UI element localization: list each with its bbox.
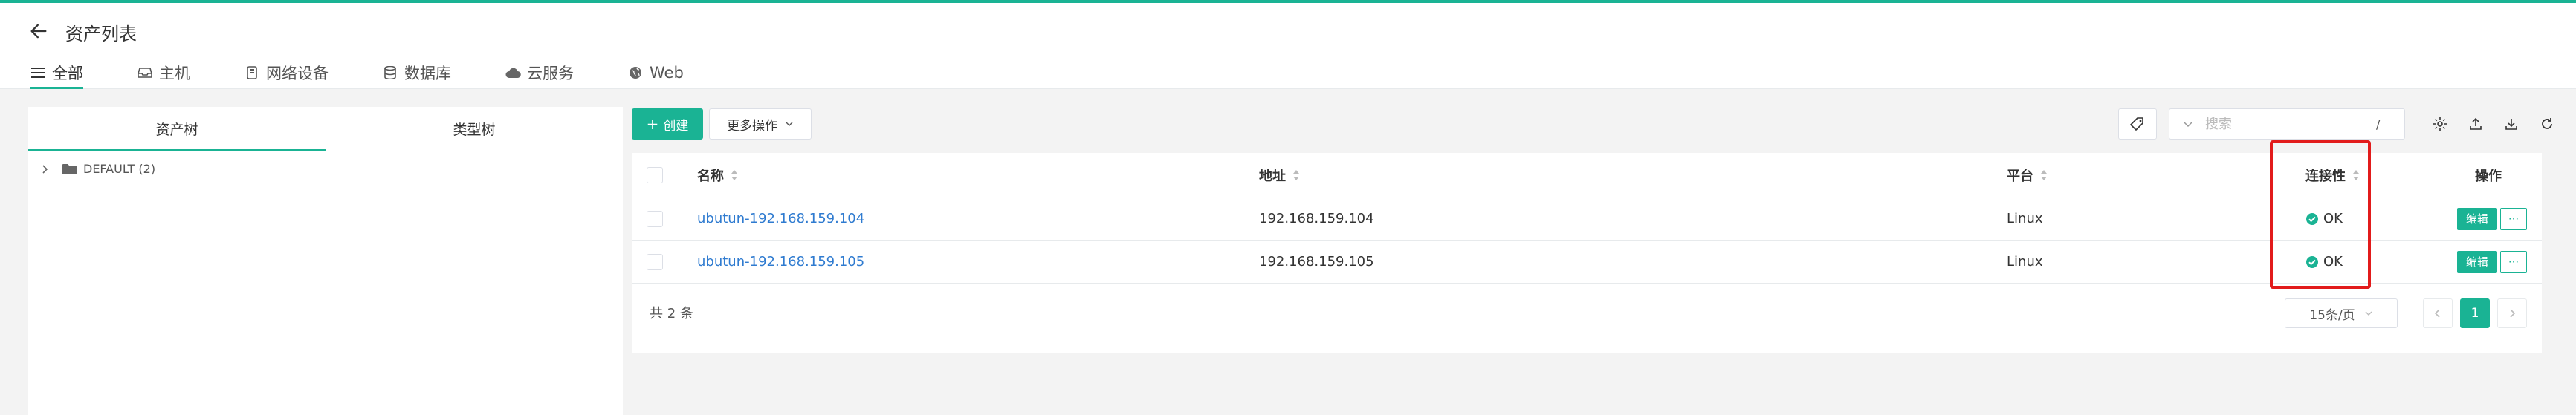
search-shortcut-hint: /: [2376, 117, 2381, 131]
tab-web[interactable]: Web: [627, 56, 684, 89]
list-icon: [30, 65, 46, 81]
page-size-label: 15条/页: [2309, 307, 2355, 323]
asset-address: 192.168.159.105: [1259, 254, 1374, 269]
asset-name-link[interactable]: ubutun-192.168.159.104: [697, 197, 864, 240]
tab-database[interactable]: 数据库: [382, 56, 451, 89]
column-header-address[interactable]: 地址: [1259, 153, 1301, 197]
refresh-icon: [2542, 118, 2552, 129]
tab-asset-tree[interactable]: 资产树: [28, 107, 326, 151]
tab-network-device[interactable]: 网络设备: [244, 56, 329, 89]
create-button[interactable]: + 创建: [632, 108, 703, 140]
chevron-left-icon: [2434, 309, 2440, 318]
refresh-button[interactable]: [2537, 114, 2557, 134]
more-button[interactable]: ···: [2500, 207, 2527, 230]
tab-cloud[interactable]: 云服务: [505, 56, 574, 89]
edit-button[interactable]: 编辑: [2457, 207, 2497, 230]
chevron-right-icon: [2510, 309, 2516, 318]
chevron-down-icon[interactable]: [2183, 119, 2193, 129]
search-box[interactable]: /: [2169, 108, 2405, 140]
table-row: ubutun-192.168.159.104 192.168.159.104 L…: [632, 197, 2542, 241]
download-icon: [2505, 119, 2517, 130]
gear-icon: [2433, 117, 2447, 131]
row-checkbox[interactable]: [647, 210, 663, 227]
tab-label: 数据库: [404, 65, 451, 82]
table-header: 名称 地址 平台 连接性 操作: [632, 153, 2542, 197]
asset-tree-panel: 资产树 类型树 DEFAULT (2): [28, 107, 623, 415]
inbox-icon: [137, 65, 153, 81]
server-icon: [244, 65, 260, 81]
tab-type-tree[interactable]: 类型树: [326, 107, 623, 151]
database-icon: [382, 65, 398, 81]
upload-icon: [2470, 117, 2482, 130]
tree-type-tabs: 资产树 类型树: [28, 107, 623, 151]
tab-host[interactable]: 主机: [137, 56, 190, 89]
export-button[interactable]: [2466, 114, 2485, 134]
asset-table: 名称 地址 平台 连接性 操作 ubutun-192.168.159.104 1…: [632, 153, 2542, 353]
sort-icon: [731, 169, 737, 180]
more-button[interactable]: ···: [2500, 250, 2527, 273]
select-all-checkbox[interactable]: [647, 166, 663, 183]
edit-button[interactable]: 编辑: [2457, 250, 2497, 273]
connectivity-highlight-annotation: [2270, 140, 2371, 289]
asset-platform: Linux: [2007, 211, 2043, 226]
back-arrow-icon[interactable]: [28, 21, 49, 42]
import-button[interactable]: [2502, 114, 2521, 134]
settings-button[interactable]: [2430, 114, 2450, 134]
tab-label: 云服务: [527, 65, 574, 82]
tab-label: 全部: [52, 65, 83, 82]
asset-platform: Linux: [2007, 254, 2043, 269]
plus-icon: +: [646, 115, 659, 133]
page-size-select[interactable]: 15条/页: [2285, 298, 2398, 328]
more-actions-label: 更多操作: [727, 118, 777, 134]
total-count: 共 2 条: [650, 306, 693, 321]
search-input[interactable]: [2205, 116, 2376, 132]
cloud-icon: [505, 65, 521, 81]
asset-name-link[interactable]: ubutun-192.168.159.105: [697, 241, 864, 283]
chevron-right-icon[interactable]: [39, 163, 52, 176]
sort-icon: [1293, 169, 1299, 180]
column-header-actions: 操作: [2475, 168, 2502, 184]
page-title: 资产列表: [65, 24, 137, 45]
column-header-platform[interactable]: 平台: [2007, 153, 2048, 197]
asset-address: 192.168.159.104: [1259, 211, 1374, 226]
tree-node-default[interactable]: DEFAULT (2): [39, 162, 155, 176]
chevron-down-icon: [786, 122, 793, 126]
more-actions-dropdown[interactable]: 更多操作: [709, 108, 812, 140]
column-header-name[interactable]: 名称: [697, 153, 739, 197]
row-checkbox[interactable]: [647, 253, 663, 270]
chevron-down-icon: [2365, 311, 2372, 316]
tab-label: 主机: [159, 65, 190, 82]
row-actions: 编辑 ···: [2457, 241, 2527, 283]
sort-icon: [2041, 169, 2047, 180]
asset-type-tabs: 全部 主机 网络设备 数据库 云服务 Web: [30, 56, 737, 89]
page-number-current[interactable]: 1: [2460, 298, 2490, 328]
tree-node-label: DEFAULT (2): [83, 162, 156, 176]
globe-icon: [627, 65, 644, 81]
tab-all[interactable]: 全部: [30, 56, 83, 89]
folder-icon: [62, 163, 77, 174]
prev-page-button[interactable]: [2423, 298, 2453, 328]
tab-label: Web: [650, 64, 684, 82]
page-header: 资产列表 全部 主机 网络设备 数据库 云服务 Web: [0, 3, 2576, 89]
tag-filter-button[interactable]: [2118, 108, 2157, 140]
row-actions: 编辑 ···: [2457, 197, 2527, 240]
create-button-label: 创建: [663, 118, 689, 134]
table-row: ubutun-192.168.159.105 192.168.159.105 L…: [632, 241, 2542, 284]
tab-label: 网络设备: [266, 65, 329, 82]
tag-icon: [2130, 117, 2143, 131]
next-page-button[interactable]: [2497, 298, 2527, 328]
table-toolbar: + 创建 更多操作 /: [632, 107, 2552, 144]
